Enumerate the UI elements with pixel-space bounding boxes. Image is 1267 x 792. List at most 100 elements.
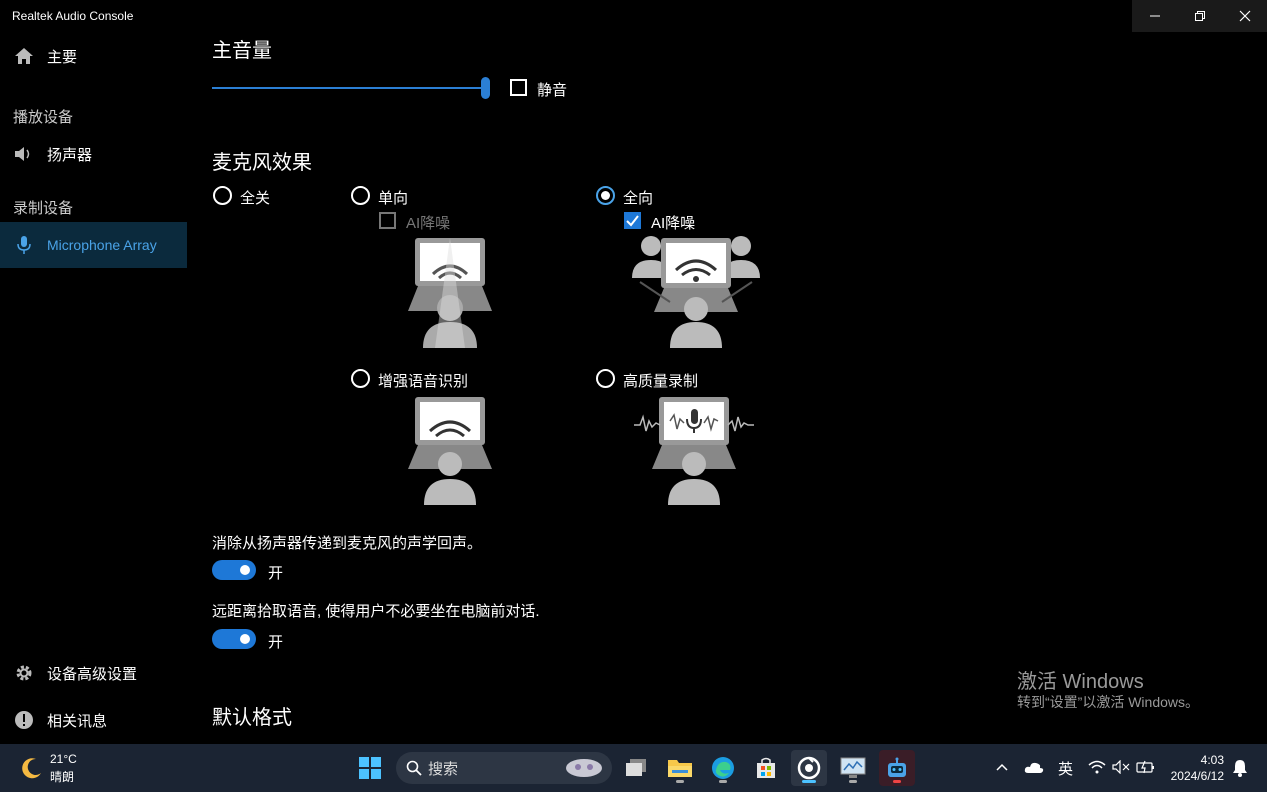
title-bar: Realtek Audio Console <box>0 0 1267 32</box>
home-icon <box>14 46 34 66</box>
window-controls <box>1132 0 1267 32</box>
radio-omnidirectional-label: 全向 <box>623 190 654 207</box>
sidebar: 主要 播放设备 扬声器 录制设备 Microphone Array 设备高级设置… <box>0 32 187 744</box>
unidirectional-illustration-icon <box>408 238 492 348</box>
sidebar-item-microphone-array[interactable]: Microphone Array <box>0 222 187 268</box>
omni-ai-noise-label: AI降噪 <box>651 215 696 232</box>
search-placeholder: 搜索 <box>428 760 459 778</box>
running-indicator <box>719 780 727 783</box>
clock-time: 4:03 <box>1200 753 1224 767</box>
restore-icon <box>1194 11 1205 21</box>
app-title: Realtek Audio Console <box>12 9 134 23</box>
notification-bell-icon[interactable] <box>1232 759 1248 777</box>
recording-section-label: 录制设备 <box>13 200 74 217</box>
mute-checkbox[interactable] <box>510 79 527 96</box>
mic-effects-title: 麦克风效果 <box>212 152 312 174</box>
sidebar-item-info[interactable]: 相关讯息 <box>0 697 187 743</box>
activation-watermark-text: 转到“设置”以激活 Windows。 <box>1017 694 1200 710</box>
sidebar-item-speakers[interactable]: 扬声器 <box>0 131 187 177</box>
clock-date: 2024/6/12 <box>1170 769 1224 783</box>
sidebar-item-label: 主要 <box>47 48 78 66</box>
close-icon <box>1239 10 1250 22</box>
sidebar-item-label: 设备高级设置 <box>47 665 138 683</box>
close-button[interactable] <box>1222 0 1267 32</box>
volume-slider-thumb[interactable] <box>481 77 490 99</box>
edge-browser-button[interactable] <box>705 750 741 786</box>
weather-widget[interactable]: 21°C 晴朗 <box>14 744 104 792</box>
radio-hq-recording-label: 高质量录制 <box>623 373 699 390</box>
radio-all-off[interactable] <box>213 186 232 205</box>
gear-icon <box>14 663 34 683</box>
master-volume-title: 主音量 <box>212 40 272 62</box>
file-explorer-button[interactable] <box>662 750 698 786</box>
running-indicator <box>802 780 816 783</box>
master-volume-slider[interactable] <box>212 87 486 89</box>
far-field-state: 开 <box>268 634 284 651</box>
edge-icon <box>712 757 734 779</box>
default-format-title: 默认格式 <box>212 707 292 729</box>
windows-logo-icon <box>359 757 381 779</box>
omnidirectional-illustration-icon <box>632 236 760 348</box>
folder-icon <box>668 760 692 777</box>
volume-muted-icon[interactable] <box>1112 760 1130 774</box>
microsoft-store-button[interactable] <box>748 750 784 786</box>
mute-label: 静音 <box>537 82 568 99</box>
far-field-description: 远距离拾取语音, 使得用户不必要坐在电脑前对话. <box>212 603 540 620</box>
speech-recognition-illustration-icon <box>408 397 492 505</box>
running-indicator <box>849 780 857 783</box>
running-indicator <box>893 780 901 783</box>
start-button[interactable] <box>352 750 388 786</box>
sidebar-item-label: 相关讯息 <box>47 712 108 730</box>
robot-icon <box>888 757 906 777</box>
clock[interactable]: 4:03 2024/6/12 <box>1160 744 1230 792</box>
sidebar-item-label: Microphone Array <box>47 237 157 253</box>
taskbar-search[interactable]: 搜索 <box>396 752 612 784</box>
store-icon <box>757 757 775 778</box>
playback-section-label: 播放设备 <box>13 109 74 126</box>
assistant-app-button[interactable] <box>879 750 915 786</box>
info-icon <box>14 710 34 730</box>
radio-unidirectional-label: 单向 <box>378 190 409 207</box>
sidebar-item-advanced-settings[interactable]: 设备高级设置 <box>0 650 187 696</box>
radio-omnidirectional[interactable] <box>596 186 615 205</box>
microphone-icon <box>14 235 34 255</box>
far-field-toggle[interactable] <box>212 629 256 649</box>
battery-charging-icon[interactable] <box>1136 760 1156 774</box>
wifi-icon[interactable] <box>1088 760 1106 774</box>
hq-recording-illustration-icon <box>634 397 754 505</box>
ime-indicator[interactable]: 英 <box>1058 758 1073 779</box>
search-highlight-icon <box>566 759 602 777</box>
taskbar: 21°C 晴朗 搜索 英 4:03 2024/6/12 <box>0 744 1267 792</box>
search-icon <box>406 760 422 776</box>
radio-hq-recording[interactable] <box>596 369 615 388</box>
realtek-audio-console-button[interactable] <box>791 750 827 786</box>
omni-ai-noise-checkbox[interactable] <box>624 212 641 229</box>
task-view-icon <box>626 759 646 776</box>
minimize-icon <box>1149 15 1160 17</box>
moon-icon <box>22 758 41 779</box>
restore-button[interactable] <box>1177 0 1222 32</box>
monitor-app-button[interactable] <box>835 750 871 786</box>
uni-ai-noise-checkbox[interactable] <box>379 212 396 229</box>
sidebar-item-home[interactable]: 主要 <box>0 33 187 79</box>
echo-cancel-state: 开 <box>268 565 284 582</box>
echo-cancel-toggle[interactable] <box>212 560 256 580</box>
uni-ai-noise-label: AI降噪 <box>406 215 451 232</box>
radio-speech-recognition-label: 增强语音识别 <box>378 373 469 390</box>
radio-unidirectional[interactable] <box>351 186 370 205</box>
chevron-up-icon[interactable] <box>996 762 1008 772</box>
performance-monitor-icon <box>840 757 866 778</box>
running-indicator <box>676 780 684 783</box>
onedrive-cloud-icon[interactable] <box>1024 760 1044 774</box>
radio-all-off-label: 全关 <box>240 190 271 207</box>
weather-description: 晴朗 <box>50 770 75 784</box>
task-view-button[interactable] <box>618 750 654 786</box>
weather-temperature: 21°C <box>50 752 77 766</box>
realtek-audio-icon <box>797 756 821 780</box>
radio-speech-recognition[interactable] <box>351 369 370 388</box>
sidebar-item-label: 扬声器 <box>47 146 93 164</box>
echo-cancel-description: 消除从扬声器传递到麦克风的声学回声。 <box>212 535 483 552</box>
checkmark-icon <box>626 215 639 227</box>
minimize-button[interactable] <box>1132 0 1177 32</box>
speaker-icon <box>14 144 34 164</box>
